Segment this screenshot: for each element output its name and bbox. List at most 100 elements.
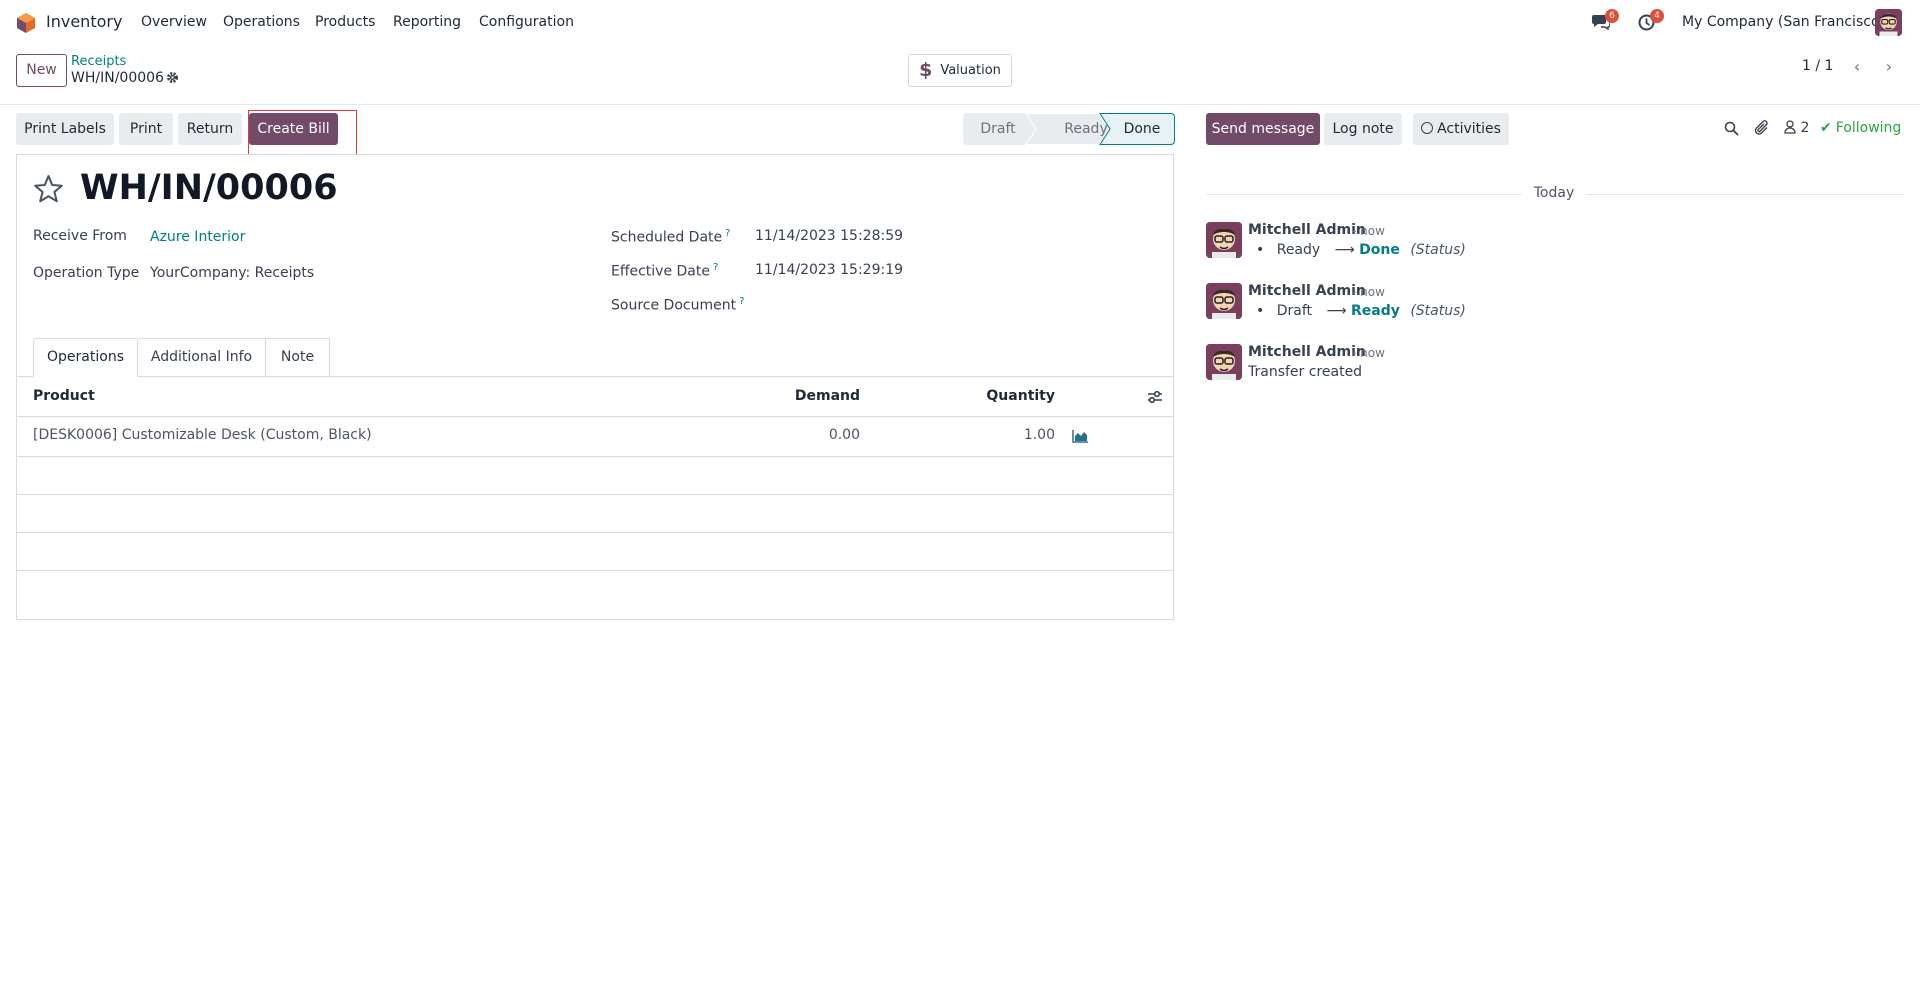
- menu-reporting[interactable]: Reporting: [393, 14, 461, 30]
- message-author[interactable]: Mitchell Admin: [1248, 283, 1366, 299]
- tracking-value: • Draft ⟶ Ready (Status): [1256, 303, 1466, 319]
- message-time: - now: [1352, 224, 1385, 238]
- row-product[interactable]: [DESK0006] Customizable Desk (Custom, Bl…: [33, 427, 372, 443]
- pager-next-button[interactable]: ›: [1877, 57, 1901, 77]
- avatar-image: [1206, 344, 1242, 380]
- column-demand[interactable]: Demand: [760, 388, 860, 404]
- avatar-image: [1206, 283, 1242, 319]
- tracking-value: • Ready ⟶ Done (Status): [1256, 242, 1466, 258]
- column-quantity[interactable]: Quantity: [955, 388, 1055, 404]
- menu-products[interactable]: Products: [315, 14, 375, 30]
- avatar[interactable]: [1206, 283, 1242, 319]
- gear-icon[interactable]: [166, 71, 179, 84]
- search-icon[interactable]: [1724, 121, 1739, 136]
- pager-value[interactable]: 1 / 1: [1802, 58, 1833, 74]
- followers-button[interactable]: 2: [1784, 120, 1809, 138]
- chevron-right-icon: ›: [1885, 57, 1893, 76]
- tab-note[interactable]: Note: [266, 338, 330, 377]
- scheduled-date-label: Scheduled Date?: [611, 228, 730, 246]
- area-chart-icon[interactable]: [1072, 429, 1089, 443]
- clock-icon: [1421, 122, 1434, 134]
- bullet: •: [1256, 242, 1265, 258]
- separator-line-right: [1586, 194, 1904, 195]
- optional-columns-icon[interactable]: [1147, 390, 1163, 404]
- log-note-button[interactable]: Log note: [1324, 113, 1402, 145]
- breadcrumb-receipts[interactable]: Receipts: [71, 54, 126, 69]
- paperclip-icon[interactable]: [1754, 120, 1770, 136]
- message-author[interactable]: Mitchell Admin: [1248, 222, 1366, 238]
- valuation-label: Valuation: [940, 63, 1001, 78]
- user-avatar-icon: [1875, 9, 1902, 36]
- send-message-button[interactable]: Send message: [1206, 113, 1320, 145]
- company-switcher[interactable]: My Company (San Francisco): [1682, 14, 1885, 30]
- followers-count: 2: [1800, 120, 1810, 136]
- tab-additional-info[interactable]: Additional Info: [138, 338, 266, 377]
- message-time: - now: [1352, 346, 1385, 360]
- return-button[interactable]: Return: [178, 113, 242, 145]
- activities-label: Activities: [1437, 121, 1501, 137]
- avatar-image: [1206, 222, 1242, 258]
- source-document-label-text: Source Document: [611, 297, 737, 314]
- arrow-right-icon: ⟶: [1334, 242, 1355, 258]
- record-title[interactable]: WH/IN/00006: [80, 168, 338, 208]
- row-divider: [16, 570, 1174, 571]
- old-value: Ready: [1276, 242, 1321, 258]
- help-icon[interactable]: ?: [713, 262, 718, 273]
- help-icon[interactable]: ?: [739, 296, 744, 307]
- inventory-app-icon[interactable]: [17, 13, 35, 33]
- message-body: Transfer created: [1248, 364, 1363, 380]
- user-avatar[interactable]: [1875, 9, 1902, 36]
- avatar[interactable]: [1206, 344, 1242, 380]
- following-button[interactable]: ✔ Following: [1820, 120, 1901, 136]
- source-document-label: Source Document?: [611, 296, 744, 314]
- message-time: - now: [1352, 285, 1385, 299]
- source-document-field[interactable]: [755, 292, 1135, 316]
- top-navbar: Inventory Overview Operations Products R…: [0, 0, 1920, 45]
- new-button[interactable]: New: [16, 54, 67, 87]
- arrow-right-icon: ⟶: [1326, 303, 1347, 319]
- receive-from-label: Receive From: [33, 228, 127, 244]
- status-done[interactable]: Done: [1111, 113, 1173, 145]
- print-button[interactable]: Print: [119, 113, 173, 145]
- effective-date-label: Effective Date?: [611, 262, 718, 280]
- menu-operations[interactable]: Operations: [223, 14, 300, 30]
- field-name: (Status): [1410, 303, 1466, 319]
- check-icon: ✔: [1820, 120, 1832, 136]
- pager-previous-button[interactable]: ‹: [1845, 57, 1869, 77]
- breadcrumb-current: WH/IN/00006: [71, 70, 164, 86]
- status-draft[interactable]: Draft: [963, 113, 1033, 145]
- print-labels-button[interactable]: Print Labels: [16, 113, 114, 145]
- field-name: (Status): [1410, 242, 1466, 258]
- scheduled-date-label-text: Scheduled Date: [611, 229, 723, 246]
- operation-type-value[interactable]: YourCompany: Receipts: [150, 265, 314, 281]
- activities-button[interactable]: 4: [1638, 9, 1664, 32]
- activities-button-chatter[interactable]: Activities: [1413, 113, 1509, 145]
- scheduled-date-value[interactable]: 11/14/2023 15:28:59: [755, 228, 903, 244]
- receive-from-value[interactable]: Azure Interior: [150, 229, 245, 245]
- message-author[interactable]: Mitchell Admin: [1248, 344, 1366, 360]
- row-quantity[interactable]: 1.00: [955, 427, 1055, 443]
- messages-button[interactable]: 6: [1592, 9, 1619, 32]
- table-row[interactable]: [DESK0006] Customizable Desk (Custom, Bl…: [16, 417, 1174, 456]
- form-sheet: [16, 154, 1174, 620]
- new-value: Done: [1359, 242, 1400, 258]
- star-icon[interactable]: [33, 174, 64, 204]
- app-name[interactable]: Inventory: [46, 12, 122, 31]
- valuation-button[interactable]: $ Valuation: [908, 54, 1012, 87]
- menu-configuration[interactable]: Configuration: [479, 14, 574, 30]
- messages-badge: 6: [1605, 9, 1619, 23]
- row-divider: [16, 532, 1174, 533]
- effective-date-value: 11/14/2023 15:29:19: [755, 262, 904, 278]
- chevron-left-icon: ‹: [1853, 57, 1861, 76]
- new-value: Ready: [1351, 303, 1400, 319]
- row-divider: [16, 456, 1174, 457]
- row-demand[interactable]: 0.00: [760, 427, 860, 443]
- tab-operations[interactable]: Operations: [33, 338, 138, 377]
- menu-overview[interactable]: Overview: [141, 14, 207, 30]
- avatar[interactable]: [1206, 222, 1242, 258]
- separator-line-left: [1206, 194, 1522, 195]
- help-icon[interactable]: ?: [725, 228, 730, 239]
- row-divider: [16, 494, 1174, 495]
- column-product[interactable]: Product: [33, 388, 95, 404]
- activities-badge: 4: [1650, 9, 1664, 23]
